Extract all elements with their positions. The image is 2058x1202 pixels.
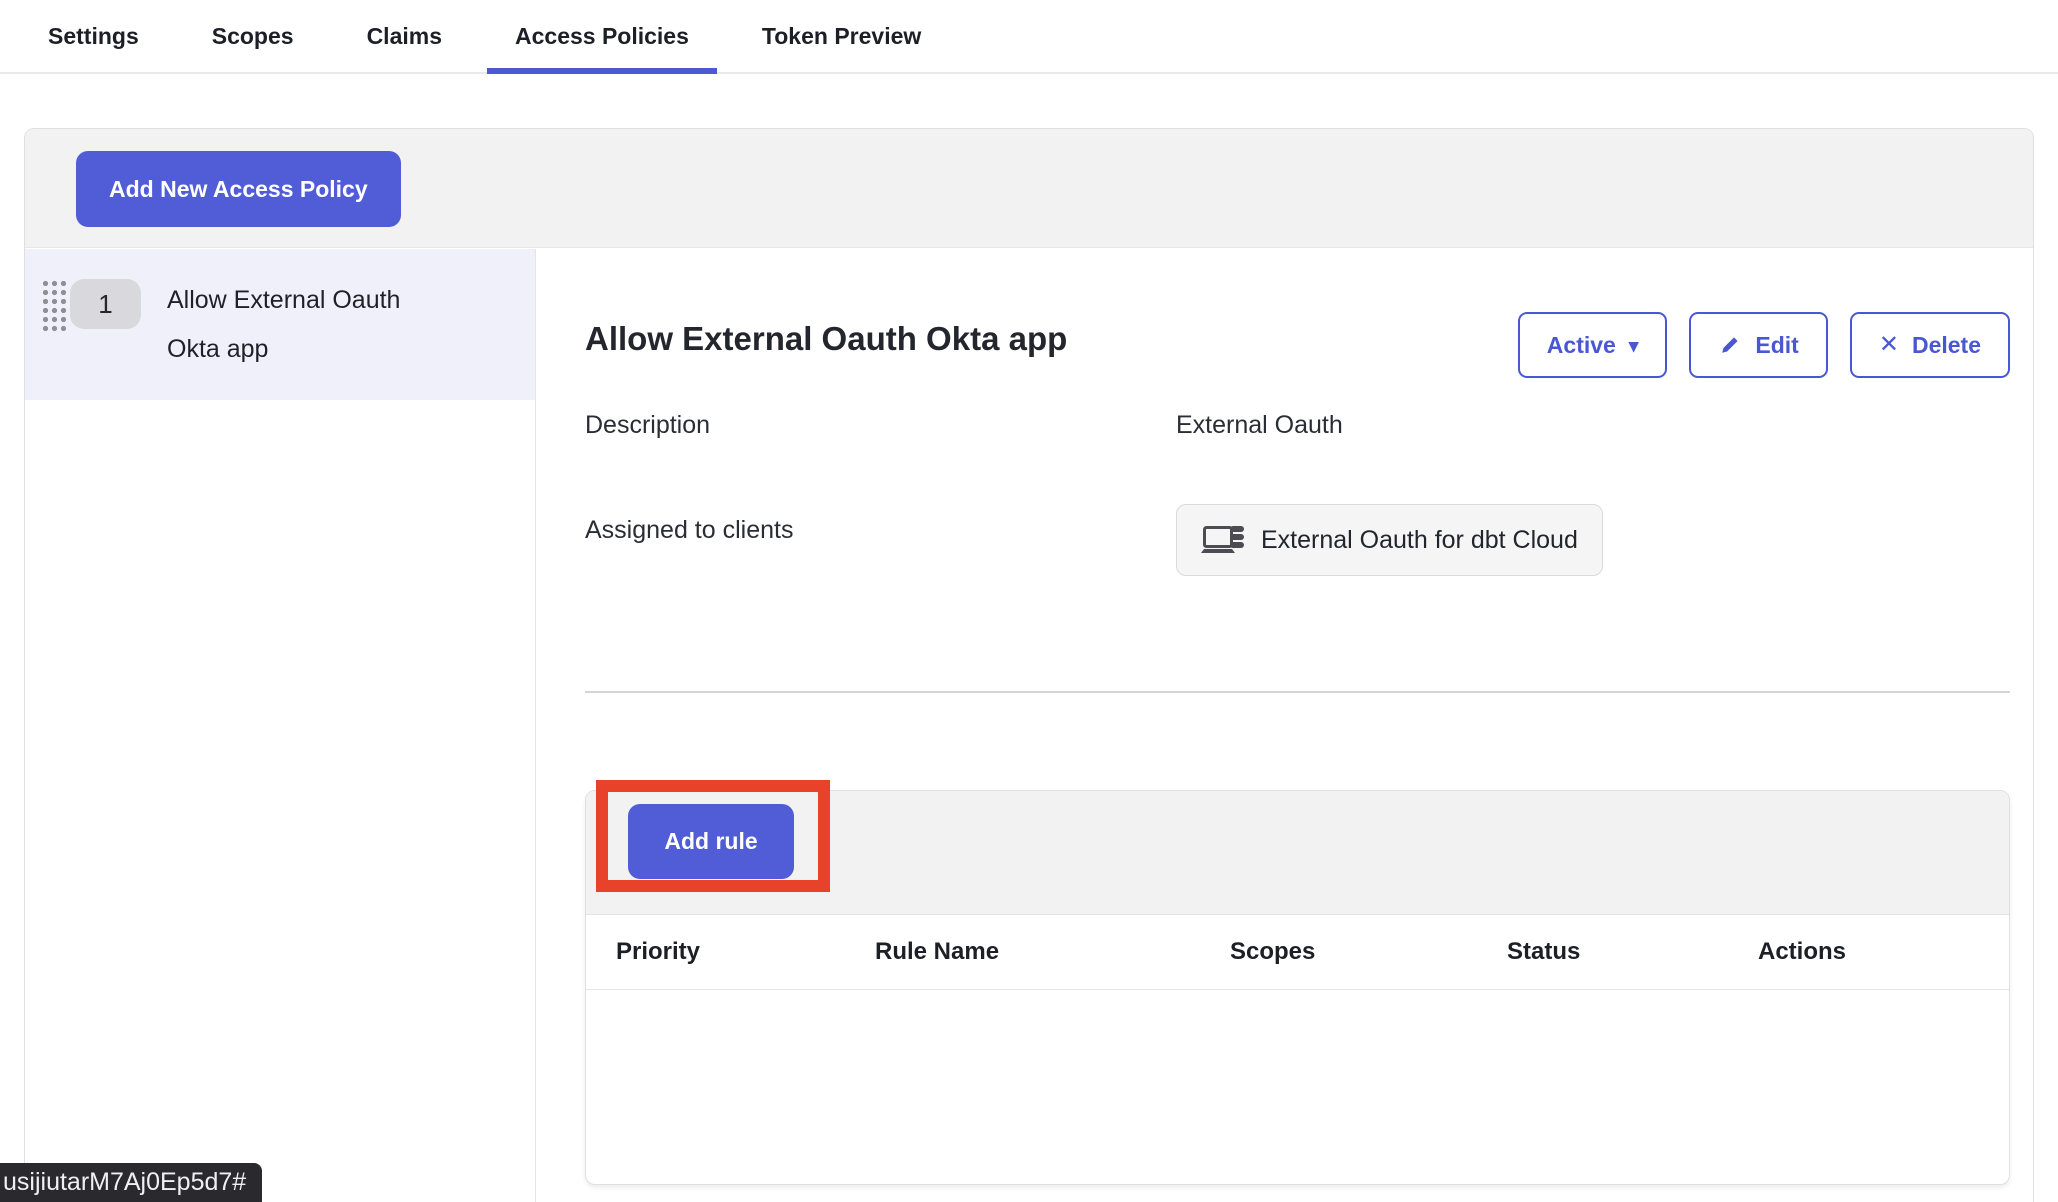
rules-toolbar: Add rule <box>586 791 2009 915</box>
access-policies-panel: Add New Access Policy 1 Allow External O… <box>24 128 2034 1202</box>
edit-button-label: Edit <box>1755 332 1798 359</box>
tab-scopes[interactable]: Scopes <box>184 0 322 72</box>
column-header-scopes: Scopes <box>1230 938 1507 966</box>
policy-fields: Description External Oauth Assigned to c… <box>585 411 2010 576</box>
column-header-actions: Actions <box>1758 938 2009 966</box>
add-rule-button[interactable]: Add rule <box>628 804 794 879</box>
column-header-status: Status <box>1507 938 1758 966</box>
policy-action-buttons: Active ▾ Edit ✕ <box>1518 312 2010 378</box>
client-app-icon <box>1201 520 1247 560</box>
chevron-down-icon: ▾ <box>1629 334 1639 356</box>
policy-list-item-label: Allow External Oauth Okta app <box>167 276 457 374</box>
column-header-rule-name: Rule Name <box>875 938 1230 966</box>
drag-handle-icon[interactable] <box>41 279 67 332</box>
rules-table-header: Priority Rule Name Scopes Status Actions <box>586 915 2009 990</box>
page: Settings Scopes Claims Access Policies T… <box>0 0 2058 1202</box>
policy-list-item[interactable]: 1 Allow External Oauth Okta app <box>25 249 535 400</box>
status-dropdown-label: Active <box>1547 332 1616 359</box>
client-chip-label: External Oauth for dbt Cloud <box>1261 526 1578 555</box>
pencil-icon <box>1718 333 1742 357</box>
assigned-clients-label: Assigned to clients <box>585 504 1176 545</box>
section-divider <box>585 691 2010 693</box>
column-header-priority: Priority <box>616 938 875 966</box>
rules-table-body-empty <box>586 990 2009 1184</box>
policy-priority-badge: 1 <box>70 279 141 329</box>
close-icon: ✕ <box>1879 333 1899 357</box>
status-dropdown-button[interactable]: Active ▾ <box>1518 312 1668 378</box>
description-label: Description <box>585 411 1176 440</box>
tab-token-preview[interactable]: Token Preview <box>734 0 949 72</box>
tab-access-policies[interactable]: Access Policies <box>487 0 717 72</box>
add-new-access-policy-button[interactable]: Add New Access Policy <box>76 151 401 227</box>
assigned-clients-row: Assigned to clients <box>585 504 2010 576</box>
policy-list-sidebar: 1 Allow External Oauth Okta app <box>25 249 536 1202</box>
policy-detail: Allow External Oauth Okta app Active ▾ <box>536 249 2033 1202</box>
edit-button[interactable]: Edit <box>1689 312 1827 378</box>
description-row: Description External Oauth <box>585 411 2010 440</box>
policy-title: Allow External Oauth Okta app <box>585 312 1067 358</box>
description-value: External Oauth <box>1176 411 1343 440</box>
delete-button-label: Delete <box>1912 332 1981 359</box>
delete-button[interactable]: ✕ Delete <box>1850 312 2010 378</box>
tab-claims[interactable]: Claims <box>339 0 470 72</box>
panel-body: 1 Allow External Oauth Okta app Allow Ex… <box>25 249 2033 1202</box>
tab-settings[interactable]: Settings <box>20 0 167 72</box>
link-preview-statusbar: usijiutarM7Aj0Ep5d7# <box>0 1163 262 1202</box>
tab-bar: Settings Scopes Claims Access Policies T… <box>0 0 2058 74</box>
client-chip[interactable]: External Oauth for dbt Cloud <box>1176 504 1603 576</box>
rules-section: Add rule Priority Rule Name Scopes Statu… <box>585 790 2010 1185</box>
panel-toolbar: Add New Access Policy <box>25 129 2033 248</box>
